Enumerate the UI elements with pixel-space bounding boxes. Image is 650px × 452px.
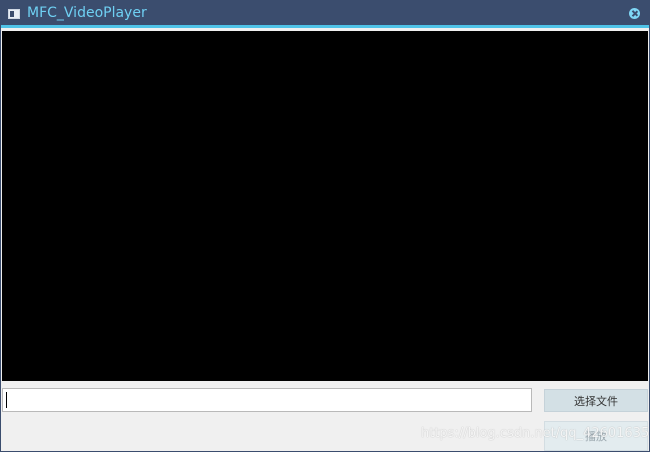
select-file-button[interactable]: 选择文件 [544, 389, 648, 412]
app-window-icon [8, 9, 20, 19]
play-button[interactable]: 播放 [544, 421, 648, 451]
close-icon[interactable] [629, 8, 640, 19]
window-title: MFC_VideoPlayer [27, 5, 147, 21]
title-bar[interactable]: MFC_VideoPlayer [1, 0, 649, 28]
text-caret [6, 392, 7, 408]
file-path-input[interactable] [2, 388, 532, 412]
app-window: MFC_VideoPlayer 选择文件 播放 https://blog.csd… [0, 0, 650, 452]
video-display-area [2, 31, 648, 381]
